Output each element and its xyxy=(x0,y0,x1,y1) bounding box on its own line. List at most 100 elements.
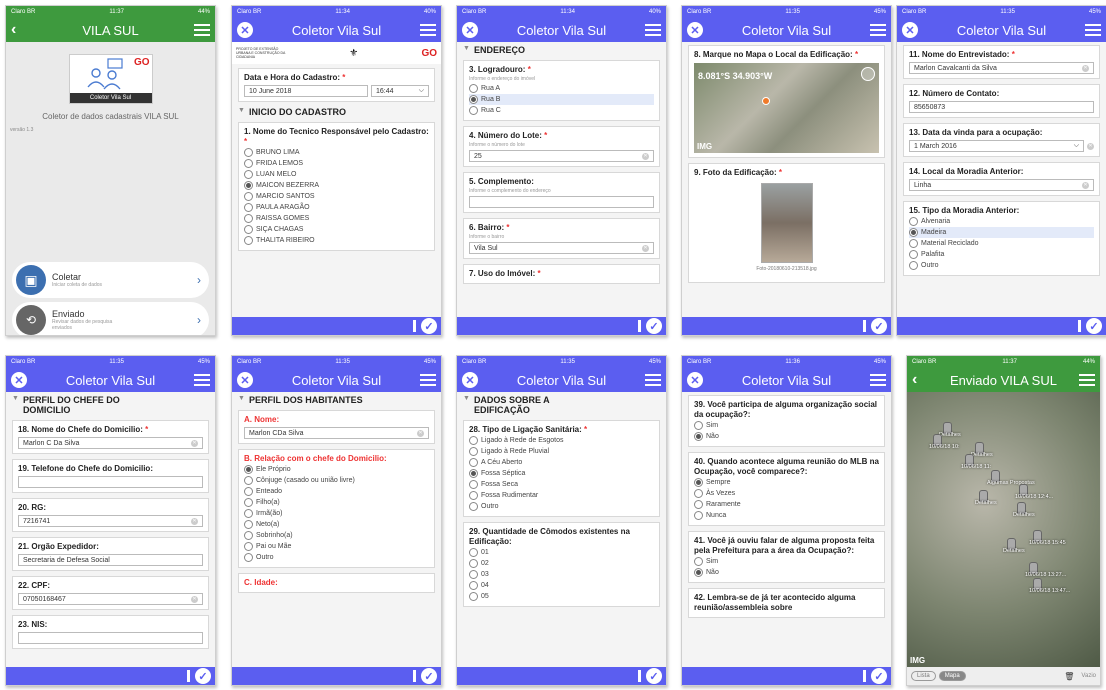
radio-option[interactable]: Material Reciclado xyxy=(909,238,1094,249)
check-icon[interactable]: ✓ xyxy=(1086,318,1102,334)
radio-button[interactable] xyxy=(469,106,478,115)
radio-option[interactable]: LUAN MELO xyxy=(244,169,429,180)
radio-option[interactable]: Rua A xyxy=(469,83,654,94)
menu-icon[interactable] xyxy=(1085,24,1101,36)
radio-button[interactable] xyxy=(469,491,478,500)
close-icon[interactable]: ✕ xyxy=(462,22,478,38)
complemento-input[interactable] xyxy=(469,196,654,208)
trash-icon[interactable]: 🗑 xyxy=(1064,672,1074,681)
cpf-input[interactable]: 07050168467 ✕ xyxy=(18,593,203,605)
radio-button[interactable] xyxy=(469,581,478,590)
radio-option[interactable]: Pai ou Mãe xyxy=(244,541,429,552)
radio-option[interactable]: Sobrinho(a) xyxy=(244,530,429,541)
menu-icon[interactable] xyxy=(870,24,886,36)
radio-option[interactable]: Ele Próprio xyxy=(244,464,429,475)
section-header[interactable]: ▼ PERFIL DOS HABITANTES xyxy=(238,395,435,405)
menu-icon[interactable] xyxy=(645,24,661,36)
tab-mapa[interactable]: Mapa xyxy=(938,671,966,681)
radio-button[interactable] xyxy=(469,502,478,511)
radio-option[interactable]: 04 xyxy=(469,580,654,591)
check-icon[interactable]: ✓ xyxy=(871,318,887,334)
radio-button[interactable] xyxy=(909,261,918,270)
radio-button[interactable] xyxy=(469,548,478,557)
radio-option[interactable]: Não xyxy=(694,431,879,442)
radio-option[interactable]: Sim xyxy=(694,556,879,567)
menu-icon[interactable] xyxy=(870,374,886,386)
info-icon[interactable] xyxy=(413,670,416,682)
radio-option[interactable]: Ligado à Rede Pluvial xyxy=(469,446,654,457)
rg-input[interactable]: 7216741 ✕ xyxy=(18,515,203,527)
location-map[interactable]: 8.081°S 34.903°W IMG xyxy=(694,63,879,153)
radio-option[interactable]: Filho(a) xyxy=(244,497,429,508)
clear-icon[interactable]: ✕ xyxy=(417,429,424,437)
close-icon[interactable]: ✕ xyxy=(902,22,918,38)
radio-button[interactable] xyxy=(244,520,253,529)
menu-icon[interactable] xyxy=(420,24,436,36)
radio-button[interactable] xyxy=(244,170,253,179)
info-icon[interactable] xyxy=(1078,320,1081,332)
radio-option[interactable]: Irmã(ão) xyxy=(244,508,429,519)
radio-button[interactable] xyxy=(244,542,253,551)
radio-button[interactable] xyxy=(909,217,918,226)
clear-icon[interactable]: ✕ xyxy=(191,595,198,603)
radio-button[interactable] xyxy=(469,458,478,467)
radio-option[interactable]: Às Vezes xyxy=(694,488,879,499)
radio-option[interactable]: Ligado à Rede de Esgotos xyxy=(469,435,654,446)
habitante-nome-input[interactable]: Marlon CDa Silva ✕ xyxy=(244,427,429,439)
radio-option[interactable]: Cônjuge (casado ou união livre) xyxy=(244,475,429,486)
radio-button[interactable] xyxy=(909,228,918,237)
contato-input[interactable]: 85650873 xyxy=(909,101,1094,113)
enviado-button[interactable]: ⟲ Enviado Revisar dados de pesquisa envi… xyxy=(12,302,209,335)
radio-option[interactable]: Fossa Séptica xyxy=(469,468,654,479)
info-icon[interactable] xyxy=(413,320,416,332)
radio-option[interactable]: Outro xyxy=(244,552,429,563)
lote-input[interactable]: 25 ✕ xyxy=(469,150,654,162)
radio-option[interactable]: Neto(a) xyxy=(244,519,429,530)
radio-button[interactable] xyxy=(469,84,478,93)
chefe-nome-input[interactable]: Marlon C Da Silva ✕ xyxy=(18,437,203,449)
radio-option[interactable]: Nunca xyxy=(694,510,879,521)
building-photo[interactable] xyxy=(760,183,813,263)
radio-option[interactable]: Sim xyxy=(694,420,879,431)
radio-option[interactable]: MAICON BEZERRA xyxy=(244,180,429,191)
check-icon[interactable]: ✓ xyxy=(871,668,887,684)
check-icon[interactable]: ✓ xyxy=(646,668,662,684)
menu-icon[interactable] xyxy=(1079,374,1095,386)
check-icon[interactable]: ✓ xyxy=(421,668,437,684)
section-header[interactable]: ▼ INICIO DO CADASTRO xyxy=(238,107,435,117)
section-header[interactable]: ▼ ENDEREÇO xyxy=(463,45,660,55)
close-icon[interactable]: ✕ xyxy=(237,372,253,388)
radio-button[interactable] xyxy=(694,421,703,430)
radio-button[interactable] xyxy=(469,559,478,568)
radio-option[interactable]: A Céu Aberto xyxy=(469,457,654,468)
radio-button[interactable] xyxy=(694,478,703,487)
radio-option[interactable]: Não xyxy=(694,567,879,578)
menu-icon[interactable] xyxy=(194,24,210,36)
radio-button[interactable] xyxy=(694,489,703,498)
radio-option[interactable]: FRIDA LEMOS xyxy=(244,158,429,169)
info-icon[interactable] xyxy=(638,670,641,682)
radio-button[interactable] xyxy=(694,432,703,441)
radio-button[interactable] xyxy=(244,509,253,518)
radio-button[interactable] xyxy=(244,236,253,245)
back-icon[interactable]: ‹ xyxy=(11,21,27,39)
radio-option[interactable]: Outro xyxy=(909,260,1094,271)
radio-option[interactable]: Sempre xyxy=(694,477,879,488)
menu-icon[interactable] xyxy=(420,374,436,386)
radio-button[interactable] xyxy=(469,436,478,445)
clear-icon[interactable]: ✕ xyxy=(1082,64,1089,72)
radio-option[interactable]: THALITA RIBEIRO xyxy=(244,235,429,246)
clear-icon[interactable]: ✕ xyxy=(191,439,198,447)
close-icon[interactable]: ✕ xyxy=(11,372,27,388)
clear-icon[interactable]: ✕ xyxy=(191,517,198,525)
radio-button[interactable] xyxy=(244,181,253,190)
orgao-input[interactable]: Secretaria de Defesa Social xyxy=(18,554,203,566)
radio-option[interactable]: PAULA ARAGÃO xyxy=(244,202,429,213)
info-icon[interactable] xyxy=(863,320,866,332)
menu-icon[interactable] xyxy=(645,374,661,386)
radio-option[interactable]: Enteado xyxy=(244,486,429,497)
close-icon[interactable]: ✕ xyxy=(687,22,703,38)
close-icon[interactable]: ✕ xyxy=(462,372,478,388)
radio-button[interactable] xyxy=(694,568,703,577)
locate-icon[interactable] xyxy=(861,67,875,81)
